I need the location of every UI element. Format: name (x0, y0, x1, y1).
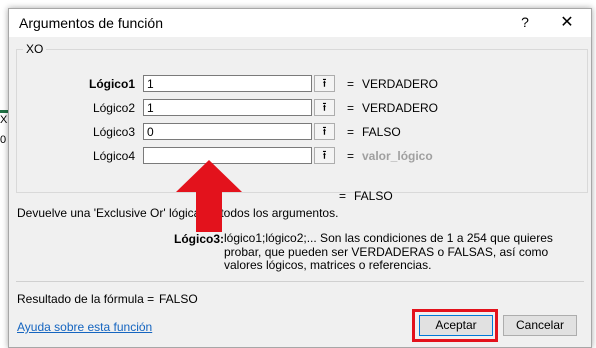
formula-result-value: FALSO (159, 292, 198, 306)
cancel-button[interactable]: Cancelar (503, 315, 577, 336)
arg3-label: Lógico3 (92, 125, 135, 139)
arg-description-label: Lógico3: (174, 232, 224, 246)
arg1-input[interactable] (143, 75, 312, 92)
arg4-result: valor_lógico (362, 149, 433, 163)
function-help-link[interactable]: Ayuda sobre esta función (17, 320, 152, 334)
arg3-result: FALSO (362, 125, 401, 139)
arg4-equals: = (347, 149, 355, 163)
arg2-input[interactable] (143, 99, 312, 116)
arg1-equals: = (347, 77, 355, 91)
arg3-collapse-icon[interactable]: ⭱ (314, 123, 335, 140)
function-arguments-dialog: Argumentos de función ? ✕ XO Lógico1 ⭱ =… (8, 8, 592, 348)
arg2-collapse-icon[interactable]: ⭱ (314, 99, 335, 116)
arg3-input[interactable] (143, 123, 312, 140)
divider (16, 281, 584, 282)
dialog-titlebar: Argumentos de función ? ✕ (9, 9, 591, 37)
arg2-result: VERDADERO (362, 101, 439, 115)
arg4-collapse-icon[interactable]: ⭱ (314, 147, 335, 164)
red-arrow-icon (176, 160, 242, 232)
inline-result: FALSO (354, 189, 393, 203)
help-button[interactable]: ? (517, 14, 533, 30)
ok-button[interactable]: Aceptar (419, 315, 493, 336)
arg4-label: Lógico4 (92, 149, 135, 163)
function-name: XO (23, 42, 47, 56)
arg1-collapse-icon[interactable]: ⭱ (314, 75, 335, 92)
arg-description: lógico1;lógico2;... Son las condiciones … (224, 231, 553, 272)
close-button[interactable]: ✕ (557, 12, 577, 32)
formula-result-label: Resultado de la fórmula = (17, 292, 155, 306)
arg1-label: Lógico1 (88, 77, 135, 91)
inline-result-equals: = (339, 189, 347, 203)
arguments-group: XO Lógico1 ⭱ = VERDADERO Lógico2 ⭱ = VER… (16, 42, 588, 193)
arg2-label: Lógico2 (92, 101, 135, 115)
arg1-result: VERDADERO (362, 77, 439, 91)
dialog-title: Argumentos de función (19, 15, 163, 31)
arg3-equals: = (347, 125, 355, 139)
arg2-equals: = (347, 101, 355, 115)
